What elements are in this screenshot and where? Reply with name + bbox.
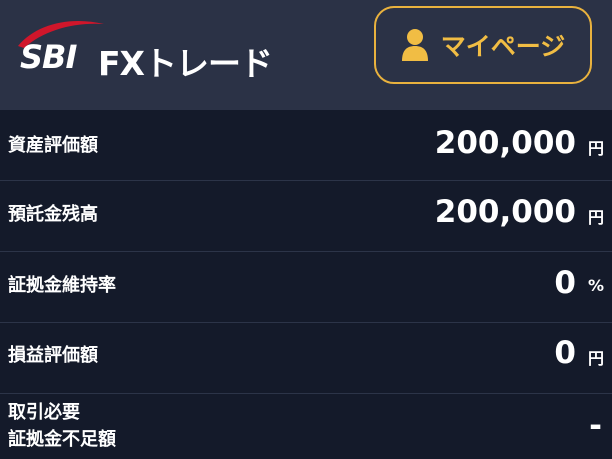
row-value: - xyxy=(589,408,602,444)
person-icon xyxy=(401,29,428,61)
row-label: 預託金残高 xyxy=(8,204,98,225)
row-asset-valuation: 資産評価額 200,000 円 xyxy=(0,110,612,181)
logo-sbi-text: SBI xyxy=(20,38,77,76)
logo-fx-text: FXトレード xyxy=(98,44,273,83)
app-header: SBI FXトレード マイページ xyxy=(0,0,612,110)
row-margin-shortfall: 取引必要 証拠金不足額 - xyxy=(0,394,612,459)
row-label-line2: 証拠金不足額 xyxy=(8,429,116,450)
row-value: 200,000 xyxy=(434,194,576,230)
row-unit: 円 xyxy=(587,349,604,368)
sbi-fx-logo[interactable]: SBI FXトレード xyxy=(12,12,282,84)
row-label-line1: 取引必要 xyxy=(8,402,80,423)
row-value: 0 xyxy=(554,265,576,301)
row-value: 0 xyxy=(554,335,576,371)
row-unit: 円 xyxy=(587,139,604,158)
row-label: 証拠金維持率 xyxy=(8,275,116,296)
row-label: 損益評価額 xyxy=(8,345,98,366)
row-deposit-balance: 預託金残高 200,000 円 xyxy=(0,181,612,252)
mypage-button[interactable]: マイページ xyxy=(374,6,592,84)
row-unit: 円 xyxy=(587,208,604,227)
mypage-label: マイページ xyxy=(440,32,566,61)
account-summary-list: 資産評価額 200,000 円 預託金残高 200,000 円 証拠金維持率 0… xyxy=(0,110,612,459)
row-label: 資産評価額 xyxy=(8,135,98,156)
row-unit: % xyxy=(587,276,604,295)
row-value: 200,000 xyxy=(434,125,576,161)
row-profit-loss: 損益評価額 0 円 xyxy=(0,323,612,394)
row-margin-ratio: 証拠金維持率 0 % xyxy=(0,252,612,323)
